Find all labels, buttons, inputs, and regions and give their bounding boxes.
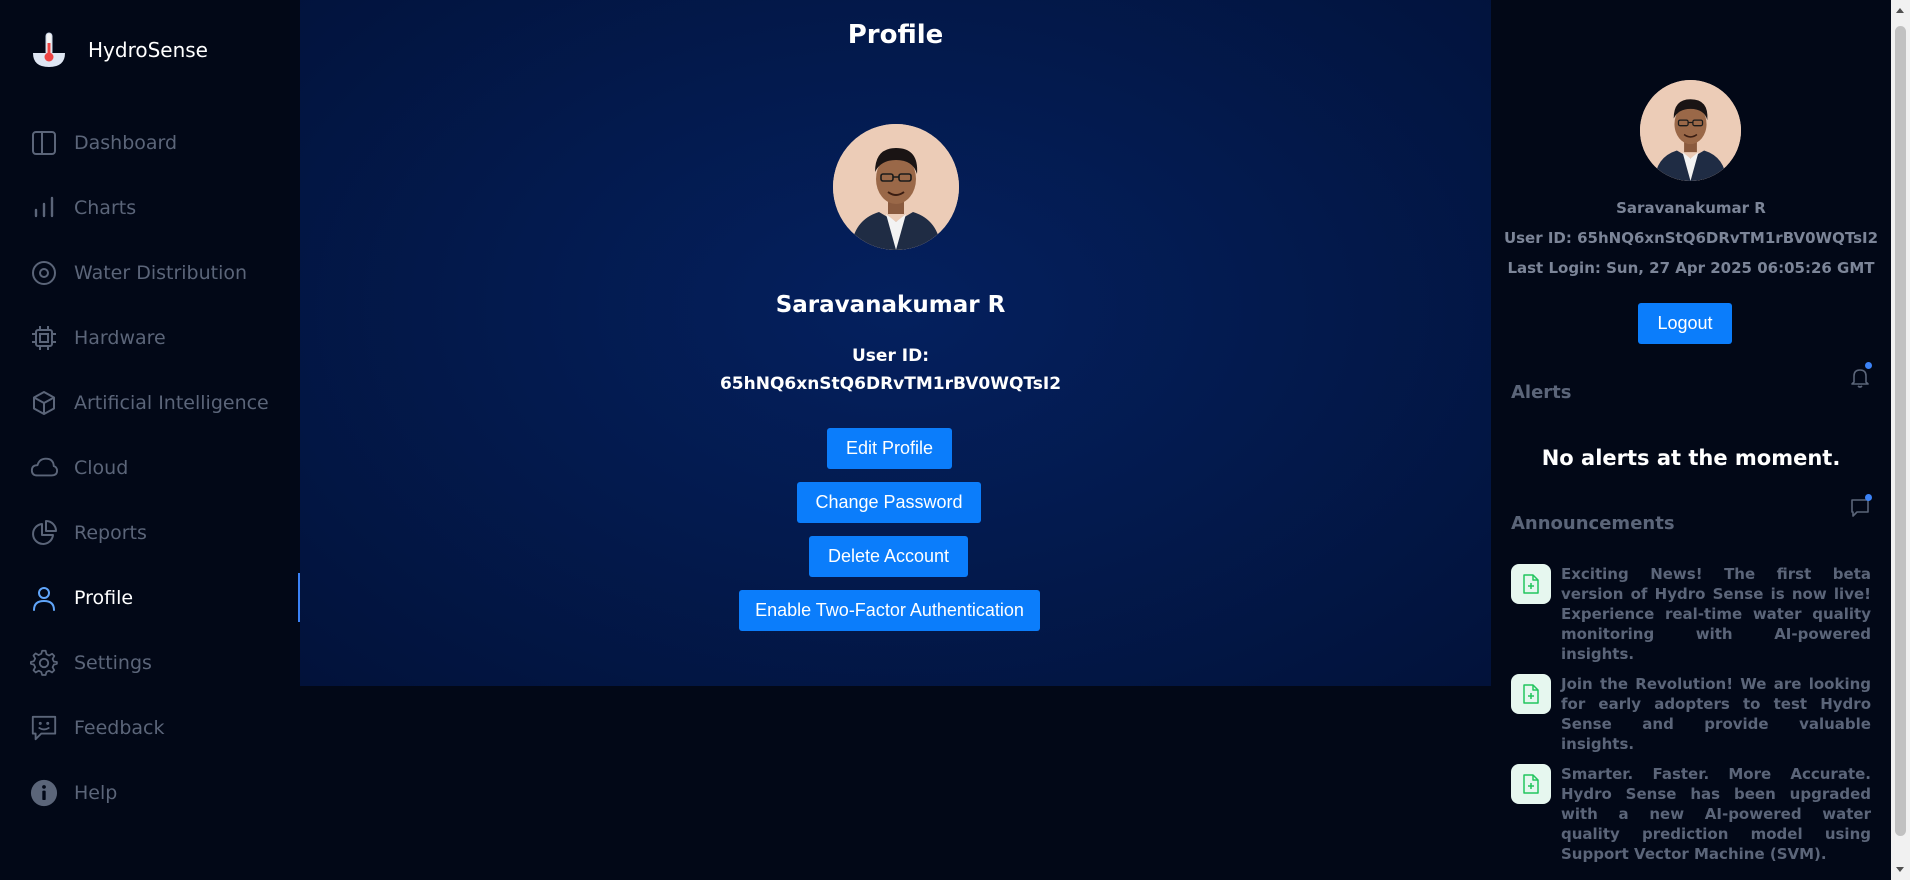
- gear-icon: [30, 649, 58, 677]
- sidebar: HydroSense Dashboard Charts Water Distri…: [0, 0, 300, 880]
- cloud-icon: [30, 454, 58, 482]
- sidebar-item-cloud[interactable]: Cloud: [0, 435, 300, 500]
- announcement-text: Exciting News! The first beta version of…: [1561, 565, 1871, 663]
- enable-2fa-button[interactable]: Enable Two-Factor Authentication: [739, 590, 1040, 631]
- sidebar-item-label: Charts: [74, 196, 137, 219]
- alerts-title: Alerts: [1511, 382, 1572, 403]
- page-scrollbar[interactable]: [1891, 0, 1910, 880]
- change-password-button[interactable]: Change Password: [797, 482, 981, 523]
- sidebar-item-label: Help: [74, 781, 118, 804]
- file-icon: [1511, 764, 1551, 804]
- delete-account-button[interactable]: Delete Account: [809, 536, 968, 577]
- person-photo-icon: [1640, 80, 1741, 181]
- announcement-text: Smarter. Faster. More Accurate. Hydro Se…: [1561, 765, 1871, 863]
- notification-dot: [1865, 494, 1872, 501]
- cube-icon: [30, 389, 58, 417]
- target-icon: [30, 259, 58, 287]
- sidebar-item-label: Settings: [74, 651, 152, 674]
- chart-icon: [30, 194, 58, 222]
- user-id-value: 65hNQ6xnStQ6DRvTM1rBV0WQTsI2: [719, 374, 1062, 394]
- scroll-up-icon[interactable]: [1896, 8, 1904, 13]
- sidebar-item-help[interactable]: Help: [0, 760, 300, 825]
- sidebar-item-hardware[interactable]: Hardware: [0, 305, 300, 370]
- user-icon: [30, 584, 58, 612]
- user-name: Saravanakumar R: [1616, 199, 1766, 217]
- announcement-item: Join the Revolution! We are looking for …: [1511, 674, 1871, 754]
- sidebar-item-label: Artificial Intelligence: [74, 391, 269, 414]
- brand-name: HydroSense: [88, 38, 208, 62]
- feedback-icon: [30, 714, 58, 742]
- no-alerts-message: No alerts at the moment.: [1541, 446, 1841, 470]
- profile-panel: Profile Saravanakumar R User ID: 65hNQ6x…: [300, 0, 1491, 686]
- right-panel: Saravanakumar R User ID: 65hNQ6xnStQ6DRv…: [1491, 0, 1891, 880]
- sidebar-item-charts[interactable]: Charts: [0, 175, 300, 240]
- sidebar-item-reports[interactable]: Reports: [0, 500, 300, 565]
- user-avatar: [1640, 80, 1741, 181]
- sidebar-item-water-distribution[interactable]: Water Distribution: [0, 240, 300, 305]
- sidebar-item-feedback[interactable]: Feedback: [0, 695, 300, 760]
- profile-avatar: [833, 124, 959, 250]
- sidebar-item-label: Cloud: [74, 456, 129, 479]
- sidebar-item-settings[interactable]: Settings: [0, 630, 300, 695]
- user-id: User ID: 65hNQ6xnStQ6DRvTM1rBV0WQTsI2: [1503, 229, 1879, 247]
- announcements-title: Announcements: [1511, 513, 1675, 534]
- file-icon: [1511, 564, 1551, 604]
- scroll-thumb[interactable]: [1895, 26, 1906, 836]
- sidebar-item-label: Profile: [74, 586, 134, 609]
- announcement-item: Smarter. Faster. More Accurate. Hydro Se…: [1511, 764, 1871, 864]
- sidebar-item-label: Hardware: [74, 326, 166, 349]
- chip-icon: [30, 324, 58, 352]
- scroll-down-icon[interactable]: [1896, 867, 1904, 872]
- sidebar-item-label: Water Distribution: [74, 261, 248, 284]
- announcement-item: Exciting News! The first beta version of…: [1511, 564, 1871, 664]
- edit-profile-button[interactable]: Edit Profile: [827, 428, 952, 469]
- announcement-text: Join the Revolution! We are looking for …: [1561, 675, 1871, 753]
- sidebar-item-artificial-intelligence[interactable]: Artificial Intelligence: [0, 370, 300, 435]
- bell-icon[interactable]: [1849, 366, 1871, 388]
- info-icon: [30, 779, 58, 807]
- profile-name: Saravanakumar R: [775, 292, 1006, 318]
- file-icon: [1511, 674, 1551, 714]
- sidebar-item-dashboard[interactable]: Dashboard: [0, 110, 300, 175]
- sidebar-item-label: Feedback: [74, 716, 165, 739]
- pie-icon: [30, 519, 58, 547]
- sidebar-item-profile[interactable]: Profile: [0, 565, 300, 630]
- thermometer-logo-icon: [33, 32, 65, 67]
- dashboard-icon: [30, 129, 58, 157]
- page-title: Profile: [847, 20, 944, 50]
- last-login: Last Login: Sun, 27 Apr 2025 06:05:26 GM…: [1507, 259, 1875, 277]
- brand[interactable]: HydroSense: [30, 30, 208, 70]
- sidebar-item-label: Dashboard: [74, 131, 178, 154]
- notification-dot: [1865, 362, 1872, 369]
- person-photo-icon: [833, 124, 959, 250]
- logout-button[interactable]: Logout: [1638, 303, 1732, 344]
- sidebar-nav: Dashboard Charts Water Distribution Hard…: [0, 110, 300, 825]
- sidebar-item-label: Reports: [74, 521, 147, 544]
- user-id-label: User ID:: [852, 346, 929, 366]
